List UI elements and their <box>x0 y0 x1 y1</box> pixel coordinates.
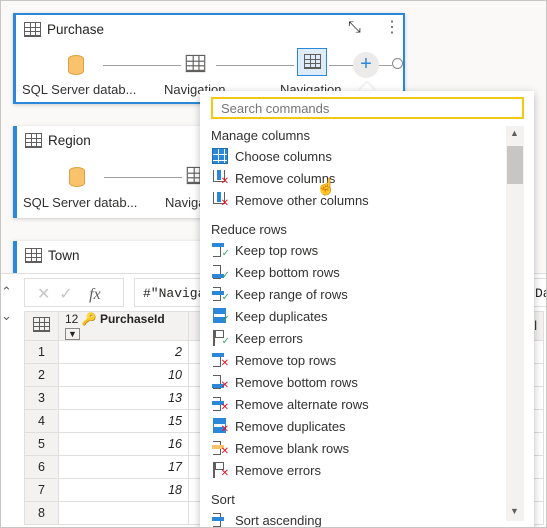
menu-item-keep-bottom-rows[interactable]: ✓ Keep bottom rows <box>211 261 501 283</box>
remove-duplicates-icon: ✕ <box>211 417 229 435</box>
cell[interactable]: 10 <box>58 363 189 387</box>
menu-item-label: Keep duplicates <box>235 308 328 324</box>
menu-item-sort-ascending[interactable]: Sort ascending <box>211 509 501 528</box>
remove-alternate-rows-icon: ✕ <box>211 395 229 413</box>
query-title: Town <box>48 248 80 263</box>
menu-item-label: Keep range of rows <box>235 286 348 302</box>
column-header-purchaseid[interactable]: 12 🔑 PurchaseId ▼ <box>58 311 189 341</box>
remove-columns-icon: ✕ <box>211 169 229 187</box>
keep-duplicates-icon: ✓ <box>211 307 230 325</box>
menu-item-remove-blank-rows[interactable]: ✕ Remove blank rows <box>211 437 501 459</box>
query-title: Purchase <box>47 22 105 37</box>
search-commands-input[interactable] <box>211 97 524 119</box>
menu-item-label: Remove other columns <box>235 192 369 208</box>
keep-range-icon: ✓ <box>211 285 230 303</box>
menu-item-remove-errors[interactable]: ✕ Remove errors <box>211 459 501 481</box>
row-number: 1 <box>24 340 59 364</box>
scroll-down-icon[interactable]: ▼ <box>510 506 519 516</box>
menu-item-label: Remove errors <box>235 462 321 478</box>
menu-item-remove-other-columns[interactable]: ✕ Remove other columns <box>211 189 501 211</box>
remove-blank-rows-icon: ✕ <box>211 439 229 457</box>
remove-errors-icon: ✕ <box>211 461 229 479</box>
menu-item-label: Remove bottom rows <box>235 374 358 390</box>
remove-other-columns-icon: ✕ <box>211 191 229 209</box>
row-number: 8 <box>24 501 59 525</box>
navigation-step-selected[interactable] <box>297 48 327 76</box>
collapse-icon[interactable]: ⤡ <box>348 19 361 37</box>
cell[interactable] <box>58 501 189 525</box>
diagram-view: Purchase ⤡ ⋮ + SQL Server datab... Navig… <box>0 0 547 528</box>
add-step-button[interactable]: + <box>353 52 379 78</box>
menu-item-label: Remove top rows <box>235 352 337 368</box>
menu-item-keep-top-rows[interactable]: ✓ Keep top rows <box>211 239 501 261</box>
row-number: 6 <box>24 455 59 479</box>
step-label[interactable]: SQL Server datab... <box>22 82 136 97</box>
menu-item-keep-duplicates[interactable]: ✓ Keep duplicates <box>211 305 501 327</box>
column-filter-icon[interactable]: ▼ <box>65 328 80 340</box>
remove-bottom-rows-icon: ✕ <box>211 373 229 391</box>
row-number: 5 <box>24 432 59 456</box>
menu-item-remove-duplicates[interactable]: ✕ Remove duplicates <box>211 415 501 437</box>
table-icon <box>24 22 41 37</box>
table-icon <box>25 248 42 263</box>
menu-item-label: Keep top rows <box>235 242 319 258</box>
menu-scrollbar[interactable]: ▲ ▼ <box>506 126 524 521</box>
scroll-up-icon[interactable]: ▲ <box>510 128 519 138</box>
cell[interactable]: 15 <box>58 409 189 433</box>
menu-item-label: Remove alternate rows <box>235 396 369 412</box>
row-number: 3 <box>24 386 59 410</box>
scroll-thumb[interactable] <box>507 146 523 184</box>
keep-errors-icon: ✓ <box>211 329 230 347</box>
section-header: Reduce rows <box>211 222 287 237</box>
menu-item-label: Choose columns <box>235 148 332 164</box>
output-node-icon <box>392 58 403 69</box>
section-header: Sort <box>211 492 235 507</box>
database-icon <box>69 167 85 187</box>
menu-item-label: Remove blank rows <box>235 440 350 456</box>
row-number: 2 <box>24 363 59 387</box>
expand-down-icon[interactable]: ⌄ <box>1 308 12 324</box>
menu-item-label: Remove duplicates <box>235 418 346 434</box>
row-number: 4 <box>24 409 59 433</box>
choose-columns-icon <box>211 147 229 165</box>
sort-ascending-icon <box>211 511 229 527</box>
fx-icon[interactable]: fx <box>89 286 101 303</box>
select-all-icon[interactable] <box>24 311 59 341</box>
menu-item-label: Keep errors <box>235 330 303 346</box>
menu-item-remove-bottom-rows[interactable]: ✕ Remove bottom rows <box>211 371 501 393</box>
cell[interactable]: 13 <box>58 386 189 410</box>
formula-buttons: ✕ ✓ fx <box>24 278 124 307</box>
menu-item-remove-columns[interactable]: ✕ Remove columns <box>211 167 501 189</box>
menu-item-keep-errors[interactable]: ✓ Keep errors <box>211 327 501 349</box>
cell[interactable]: 2 <box>58 340 189 364</box>
keep-top-rows-icon: ✓ <box>211 241 230 259</box>
command-list: Manage columns Choose columns ✕ Remove colu… <box>211 123 501 528</box>
cell[interactable]: 17 <box>58 455 189 479</box>
section-header: Manage columns <box>211 128 310 143</box>
menu-item-remove-top-rows[interactable]: ✕ Remove top rows <box>211 349 501 371</box>
cell[interactable]: 16 <box>58 432 189 456</box>
collapse-up-icon[interactable]: ⌃ <box>1 284 12 300</box>
query-title: Region <box>48 133 91 148</box>
menu-item-label: Sort ascending <box>235 512 322 528</box>
database-icon <box>68 55 84 75</box>
menu-item-remove-alternate-rows[interactable]: ✕ Remove alternate rows <box>211 393 501 415</box>
remove-top-rows-icon: ✕ <box>211 351 229 369</box>
more-options-icon[interactable]: ⋮ <box>384 17 400 37</box>
row-number: 7 <box>24 478 59 502</box>
menu-item-keep-range-of-rows[interactable]: ✓ Keep range of rows <box>211 283 501 305</box>
menu-item-label: Keep bottom rows <box>235 264 340 280</box>
keep-bottom-rows-icon: ✓ <box>211 263 230 281</box>
table-icon <box>185 54 206 73</box>
menu-item-choose-columns[interactable]: Choose columns <box>211 145 501 167</box>
table-icon <box>25 133 42 148</box>
add-step-menu: Manage columns Choose columns ✕Remove colu… <box>200 91 534 528</box>
cell[interactable]: 18 <box>58 478 189 502</box>
step-label[interactable]: SQL Server datab... <box>23 195 137 210</box>
mouse-pointer-icon: ☝ <box>316 179 336 196</box>
